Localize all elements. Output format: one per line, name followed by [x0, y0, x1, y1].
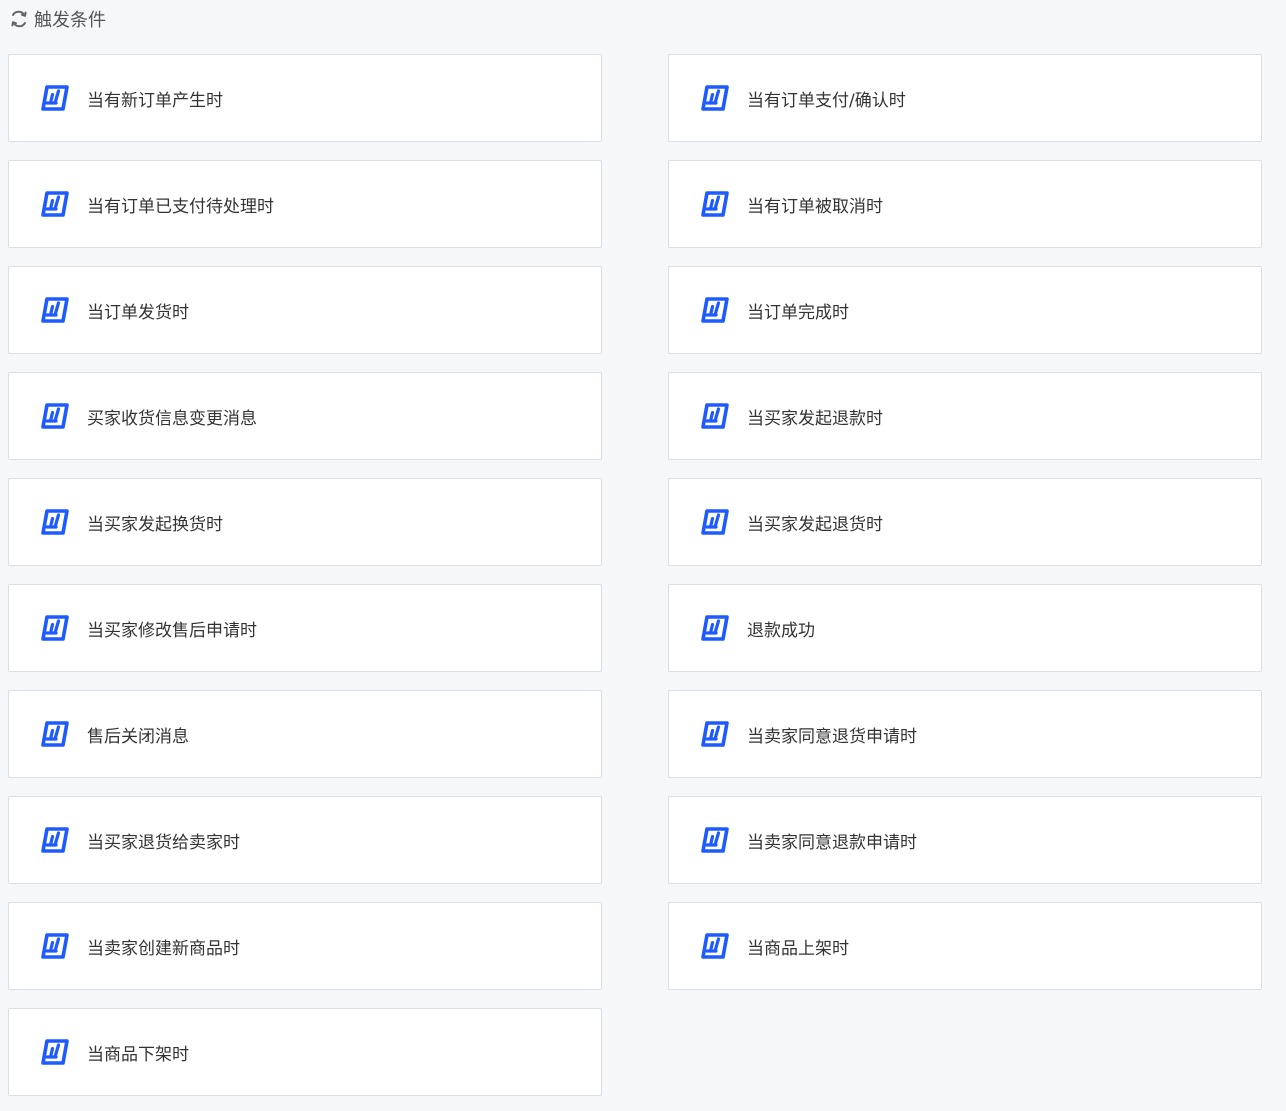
trigger-label: 当有订单被取消时: [747, 196, 883, 217]
refresh-icon[interactable]: [8, 8, 30, 30]
trigger-card[interactable]: 当买家发起换货时: [8, 478, 602, 566]
app-logo-icon: [37, 823, 71, 857]
app-logo-icon: [37, 717, 71, 751]
trigger-card[interactable]: 当买家发起退款时: [668, 372, 1262, 460]
trigger-label: 当有新订单产生时: [87, 90, 223, 111]
trigger-label: 当订单发货时: [87, 302, 189, 323]
trigger-label: 当卖家同意退货申请时: [747, 726, 917, 747]
trigger-label: 售后关闭消息: [87, 726, 189, 747]
trigger-label: 当买家发起退款时: [747, 408, 883, 429]
trigger-label: 当买家发起退货时: [747, 514, 883, 535]
trigger-label: 当有订单支付/确认时: [747, 90, 906, 111]
trigger-card[interactable]: 当买家发起退货时: [668, 478, 1262, 566]
trigger-card[interactable]: 当有订单支付/确认时: [668, 54, 1262, 142]
app-logo-icon: [697, 611, 731, 645]
trigger-label: 当商品下架时: [87, 1044, 189, 1065]
app-logo-icon: [37, 929, 71, 963]
app-logo-icon: [697, 929, 731, 963]
app-logo-icon: [37, 81, 71, 115]
trigger-label: 买家收货信息变更消息: [87, 408, 257, 429]
app-logo-icon: [37, 187, 71, 221]
app-logo-icon: [37, 293, 71, 327]
trigger-label: 当卖家同意退款申请时: [747, 832, 917, 853]
app-logo-icon: [37, 1035, 71, 1069]
trigger-card[interactable]: 当卖家同意退款申请时: [668, 796, 1262, 884]
app-logo-icon: [697, 823, 731, 857]
app-logo-icon: [37, 505, 71, 539]
app-logo-icon: [697, 717, 731, 751]
trigger-label: 退款成功: [747, 620, 815, 641]
app-logo-icon: [697, 399, 731, 433]
trigger-label: 当有订单已支付待处理时: [87, 196, 274, 217]
trigger-card[interactable]: 当商品下架时: [8, 1008, 602, 1096]
section-title: 触发条件: [34, 10, 106, 31]
trigger-label: 当订单完成时: [747, 302, 849, 323]
trigger-label: 当买家退货给卖家时: [87, 832, 240, 853]
app-logo-icon: [37, 611, 71, 645]
app-logo-icon: [697, 505, 731, 539]
trigger-label: 当买家修改售后申请时: [87, 620, 257, 641]
app-logo-icon: [697, 187, 731, 221]
trigger-card[interactable]: 买家收货信息变更消息: [8, 372, 602, 460]
trigger-label: 当卖家创建新商品时: [87, 938, 240, 959]
trigger-card[interactable]: 当订单完成时: [668, 266, 1262, 354]
trigger-card[interactable]: 当商品上架时: [668, 902, 1262, 990]
trigger-card[interactable]: 当买家退货给卖家时: [8, 796, 602, 884]
trigger-card[interactable]: 当有订单被取消时: [668, 160, 1262, 248]
trigger-list: 当有新订单产生时 当有订单支付/确认时 当有订单已支付待处理时 当有订单被取消时…: [8, 54, 1262, 1096]
trigger-card[interactable]: 当卖家同意退货申请时: [668, 690, 1262, 778]
trigger-label: 当买家发起换货时: [87, 514, 223, 535]
trigger-card[interactable]: 售后关闭消息: [8, 690, 602, 778]
trigger-card[interactable]: 当买家修改售后申请时: [8, 584, 602, 672]
app-logo-icon: [697, 293, 731, 327]
app-logo-icon: [37, 399, 71, 433]
trigger-card[interactable]: 当订单发货时: [8, 266, 602, 354]
app-logo-icon: [697, 81, 731, 115]
trigger-label: 当商品上架时: [747, 938, 849, 959]
trigger-card[interactable]: 当卖家创建新商品时: [8, 902, 602, 990]
trigger-card[interactable]: 退款成功: [668, 584, 1262, 672]
trigger-card[interactable]: 当有订单已支付待处理时: [8, 160, 602, 248]
trigger-card[interactable]: 当有新订单产生时: [8, 54, 602, 142]
section-header: 触发条件: [8, 6, 106, 32]
